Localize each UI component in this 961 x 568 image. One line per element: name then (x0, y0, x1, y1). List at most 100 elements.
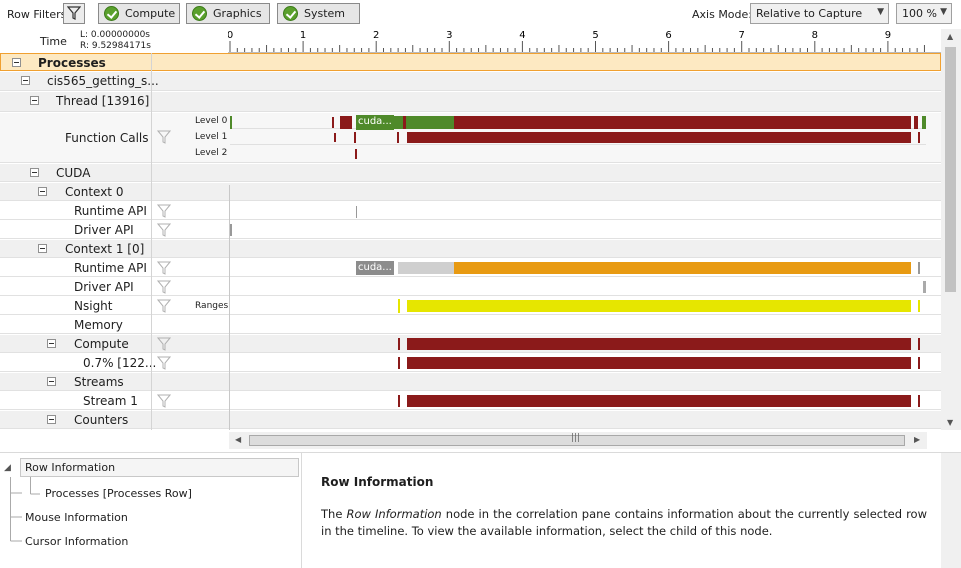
function-call-bar[interactable] (354, 132, 356, 143)
cuda-row[interactable]: CUDA (0, 164, 941, 182)
function-call-bar[interactable] (914, 116, 918, 129)
funnel-icon (67, 6, 81, 20)
processes-row[interactable]: Processes (0, 53, 941, 71)
kernel-bar[interactable] (407, 338, 911, 350)
info-scrollbar[interactable] (941, 453, 961, 568)
kernel-row[interactable]: 0.7% [122... (0, 354, 941, 372)
funnel-icon[interactable] (157, 223, 171, 237)
funnel-icon[interactable] (157, 299, 171, 313)
funnel-icon[interactable] (157, 130, 171, 144)
thread-row[interactable]: Thread [13916] (0, 92, 941, 112)
funnel-icon[interactable] (157, 356, 171, 370)
time-ruler[interactable]: 0 1 2 3 4 5 6 7 8 9 (228, 29, 941, 53)
zoom-select[interactable]: 100 % ▼ (896, 3, 952, 24)
context1-row[interactable]: Context 1 [0] (0, 240, 941, 258)
timeline-start-line (229, 185, 230, 430)
tree-node-mouse-information[interactable]: Mouse Information (25, 511, 128, 524)
driver-api-row[interactable]: Driver API (0, 278, 941, 296)
collapse-toggle[interactable] (30, 168, 39, 177)
kernel-bar[interactable] (407, 395, 911, 407)
runtime-api-row[interactable]: Runtime API (0, 202, 941, 220)
collapse-toggle[interactable] (38, 187, 47, 196)
tree-node-processes-row[interactable]: Processes [Processes Row] (45, 487, 192, 500)
api-call-bar[interactable] (230, 224, 232, 236)
scroll-left-icon[interactable]: ◀ (235, 435, 241, 444)
function-call-bar[interactable] (397, 132, 399, 143)
funnel-icon[interactable] (157, 337, 171, 351)
kernel-bar[interactable] (918, 395, 920, 407)
range-bar[interactable] (407, 300, 911, 312)
ruler-tick-label: 6 (665, 30, 671, 41)
scroll-up-icon[interactable]: ▲ (947, 32, 953, 41)
api-call-bar[interactable] (398, 262, 454, 274)
horizontal-scroll-thumb[interactable]: ||| (249, 433, 905, 446)
ruler-tick-label: 4 (519, 30, 525, 41)
function-call-bar[interactable] (355, 149, 357, 159)
api-call-bar[interactable] (454, 262, 911, 274)
kernel-bar[interactable] (407, 357, 911, 369)
function-call-bar[interactable] (918, 132, 920, 143)
collapse-toggle[interactable] (47, 339, 56, 348)
process-row[interactable]: cis565_getting_s... (0, 72, 941, 91)
function-call-bar[interactable] (403, 116, 406, 129)
function-call-bar[interactable] (340, 116, 352, 129)
axis-mode-select[interactable]: Relative to Capture ▼ (750, 3, 889, 24)
funnel-icon[interactable] (157, 394, 171, 408)
function-call-bar[interactable] (407, 132, 911, 143)
driver-api-row[interactable]: Driver API (0, 221, 941, 239)
function-call-bar[interactable] (230, 116, 232, 129)
function-call-bar[interactable] (334, 133, 336, 142)
collapse-toggle[interactable] (47, 415, 56, 424)
function-call-bar[interactable] (332, 117, 334, 128)
graphics-filter-label: Graphics (213, 7, 262, 20)
tree-node-cursor-information[interactable]: Cursor Information (25, 535, 128, 548)
row-filter-button[interactable] (63, 3, 85, 24)
kernel-bar[interactable] (918, 338, 920, 350)
expand-arrow-icon[interactable]: ◢ (4, 463, 11, 473)
function-call-bar[interactable]: cuda... (356, 115, 394, 130)
kernel-bar[interactable] (398, 338, 400, 350)
compute-filter-button[interactable]: Compute (98, 3, 180, 24)
function-call-bar[interactable] (454, 116, 911, 129)
api-call-bar[interactable] (923, 281, 926, 293)
nsight-row[interactable]: Nsight Ranges (0, 297, 941, 315)
counters-label: Counters (74, 413, 129, 427)
compute-row[interactable]: Compute (0, 335, 941, 353)
system-filter-button[interactable]: System (277, 3, 360, 24)
scroll-right-icon[interactable]: ▶ (914, 435, 920, 444)
range-bar[interactable] (918, 300, 920, 312)
runtime-api-row[interactable]: Runtime API cuda... (0, 259, 941, 277)
counters-row[interactable]: Counters (0, 411, 941, 429)
function-call-bar[interactable] (922, 116, 926, 129)
collapse-toggle[interactable] (47, 377, 56, 386)
level0-label: Level 0 (195, 116, 228, 126)
graphics-filter-button[interactable]: Graphics (186, 3, 270, 24)
api-call-bar[interactable] (356, 206, 357, 218)
funnel-icon[interactable] (157, 261, 171, 275)
ruler-tick-label: 7 (739, 30, 745, 41)
streams-row[interactable]: Streams (0, 373, 941, 391)
kernel-bar[interactable] (918, 357, 920, 369)
horizontal-scrollbar[interactable]: ◀ ||| ▶ (229, 432, 927, 449)
scroll-down-icon[interactable]: ▼ (947, 418, 953, 427)
api-call-bar[interactable]: cuda... (356, 261, 394, 275)
collapse-toggle[interactable] (38, 244, 47, 253)
column-divider[interactable] (151, 53, 152, 430)
function-calls-row[interactable]: Function Calls Level 0 Level 1 Level 2 c… (0, 113, 941, 163)
kernel-bar[interactable] (398, 395, 400, 407)
api-call-bar[interactable] (918, 262, 920, 274)
funnel-icon[interactable] (157, 204, 171, 218)
collapse-toggle[interactable] (21, 76, 30, 85)
collapse-toggle[interactable] (12, 58, 21, 67)
tree-node-row-information[interactable]: Row Information (20, 458, 299, 477)
collapse-toggle[interactable] (30, 96, 39, 105)
kernel-bar[interactable] (398, 357, 400, 369)
vertical-scroll-thumb[interactable] (945, 47, 956, 292)
memory-row[interactable]: Memory (0, 316, 941, 334)
vertical-scrollbar[interactable]: ▲ ▼ (941, 29, 961, 430)
funnel-icon[interactable] (157, 280, 171, 294)
time-label: Time (40, 35, 67, 48)
stream1-row[interactable]: Stream 1 (0, 392, 941, 410)
range-bar[interactable] (398, 299, 400, 313)
context0-row[interactable]: Context 0 (0, 183, 941, 201)
